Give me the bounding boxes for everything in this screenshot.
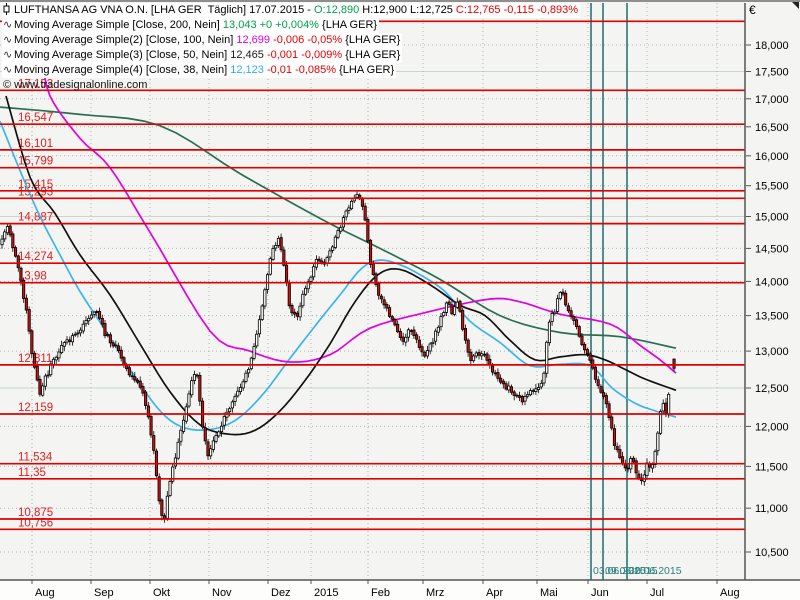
svg-text:17,500: 17,500 xyxy=(755,67,789,79)
wave-icon: ∿ xyxy=(3,18,14,33)
legend-indicator-row-ma38[interactable]: ∿Moving Average Simple(4) [Close, 38, Ne… xyxy=(2,63,396,78)
svg-text:11,35: 11,35 xyxy=(18,467,46,479)
svg-text:Feb: Feb xyxy=(371,587,390,599)
high-low-values: H:12,900 L:12,725 xyxy=(359,4,456,16)
chart-legend: LUFTHANSA AG VNA O.N. [LHA GER Täglich] … xyxy=(2,3,580,93)
indicator-value: 12,699 xyxy=(236,34,270,46)
indicator-change: -0,001 -0,009% xyxy=(264,49,342,61)
close-change-values: C:12,765 -0,115 -0,893% xyxy=(456,4,578,16)
indicator-suffix: {LHA GER} xyxy=(336,64,394,76)
svg-text:Jul: Jul xyxy=(650,587,664,599)
svg-text:Jun: Jun xyxy=(591,587,609,599)
indicator-name: Moving Average Simple(2) [Close, 100, Ne… xyxy=(14,34,236,46)
svg-text:16,000: 16,000 xyxy=(755,151,789,163)
svg-text:Apr: Apr xyxy=(486,587,503,599)
svg-text:Sep: Sep xyxy=(94,587,114,599)
copyright-notice[interactable]: © www.tradesignalonline.com xyxy=(2,78,149,93)
legend-title-row[interactable]: LUFTHANSA AG VNA O.N. [LHA GER Täglich] … xyxy=(2,3,580,18)
indicator-change: +0 +0,004% xyxy=(257,19,319,31)
time-axis-panel[interactable] xyxy=(0,580,800,600)
instrument-title: LUFTHANSA AG VNA O.N. [LHA GER Täglich] … xyxy=(14,4,314,16)
svg-text:Okt: Okt xyxy=(153,587,170,599)
indicator-suffix: {LHA GER} xyxy=(319,19,377,31)
indicator-name: Moving Average Simple [Close, 200, Nein] xyxy=(14,19,223,31)
svg-text:14,887: 14,887 xyxy=(18,212,53,224)
svg-text:16,547: 16,547 xyxy=(18,112,53,124)
svg-text:Mai: Mai xyxy=(540,587,558,599)
svg-text:12,159: 12,159 xyxy=(18,402,53,414)
indicator-suffix: {LHA GER} xyxy=(342,49,400,61)
svg-text:10,500: 10,500 xyxy=(755,547,789,559)
open-value: O:12,890 xyxy=(314,4,359,16)
svg-text:14,500: 14,500 xyxy=(755,243,789,255)
svg-text:Mrz: Mrz xyxy=(426,587,444,599)
svg-text:11,500: 11,500 xyxy=(755,461,788,473)
wave-icon: ∿ xyxy=(3,63,14,78)
legend-indicator-row-ma50[interactable]: ∿Moving Average Simple(3) [Close, 50, Ne… xyxy=(2,48,402,63)
svg-text:15,500: 15,500 xyxy=(755,181,789,193)
indicator-suffix: {LHA GER} xyxy=(342,34,400,46)
wave-icon: ∿ xyxy=(3,33,14,48)
svg-text:11,534: 11,534 xyxy=(18,452,53,464)
svg-text:17,000: 17,000 xyxy=(755,94,789,106)
indicator-name: Moving Average Simple(4) [Close, 38, Nei… xyxy=(14,64,230,76)
indicator-change: -0,006 -0,05% xyxy=(270,34,342,46)
svg-text:Dez: Dez xyxy=(271,587,291,599)
svg-text:12,500: 12,500 xyxy=(755,383,789,395)
indicator-value: 12,123 xyxy=(230,64,264,76)
indicator-value: 12,465 xyxy=(230,49,264,61)
svg-text:15,000: 15,000 xyxy=(755,212,789,224)
window-top-edge xyxy=(0,0,800,2)
svg-text:16,500: 16,500 xyxy=(755,122,789,134)
indicator-change: -0,01 -0,085% xyxy=(264,64,336,76)
legend-indicator-row-ma200[interactable]: ∿Moving Average Simple [Close, 200, Nein… xyxy=(2,18,379,33)
legend-indicator-row-ma100[interactable]: ∿Moving Average Simple(2) [Close, 100, N… xyxy=(2,33,402,48)
svg-text:12,000: 12,000 xyxy=(755,421,789,433)
chart-window: 17,15316,54716,10115,79915,41515,29314,8… xyxy=(0,0,800,600)
svg-text:30.06.2015: 30.06.2015 xyxy=(629,565,682,577)
svg-text:Aug: Aug xyxy=(35,587,55,599)
svg-text:14,000: 14,000 xyxy=(755,276,789,288)
svg-text:Nov: Nov xyxy=(212,587,232,599)
indicator-name: Moving Average Simple(3) [Close, 50, Nei… xyxy=(14,49,230,61)
indicator-value: 13,043 xyxy=(223,19,257,31)
svg-text:2015: 2015 xyxy=(314,587,338,599)
svg-text:16,101: 16,101 xyxy=(18,138,53,150)
svg-text:13,500: 13,500 xyxy=(755,311,789,323)
svg-text:14,274: 14,274 xyxy=(18,251,54,263)
wave-icon: ∿ xyxy=(3,48,14,63)
event-date-labels: 03.06.201509.06.201530.06.2015 xyxy=(593,565,682,577)
copyright-text: © www.tradesignalonline.com xyxy=(3,79,147,91)
svg-text:18,000: 18,000 xyxy=(755,40,789,52)
svg-text:13,000: 13,000 xyxy=(755,346,789,358)
svg-text:Aug: Aug xyxy=(720,587,740,599)
currency-symbol: € xyxy=(749,3,756,17)
svg-text:11,000: 11,000 xyxy=(755,503,788,515)
